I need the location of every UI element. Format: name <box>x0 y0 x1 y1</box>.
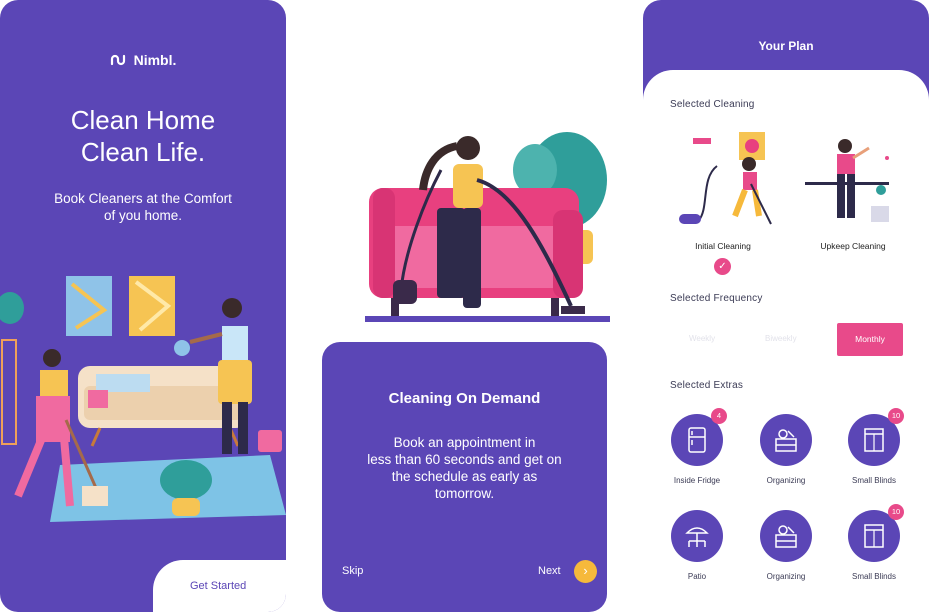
patio-icon <box>685 527 709 547</box>
selected-extras-label: Selected Extras <box>670 380 744 391</box>
extra-label: Organizing <box>766 572 806 581</box>
extra-label: Small Blinds <box>851 572 896 581</box>
next-arrow-button[interactable]: › <box>574 560 597 583</box>
extra-icon-circle: 4 <box>671 408 727 466</box>
brand-header: Nimbl. <box>0 52 286 69</box>
extra-inside-fridge[interactable]: 4 Inside Fridge <box>657 408 737 485</box>
hero-title-line-2: Clean Life. <box>80 137 206 167</box>
chevron-right-icon: › <box>583 563 588 578</box>
onboarding-screen-on-demand: Cleaning On Demand Book an appointment i… <box>322 342 607 612</box>
selected-cleaning-label: Selected Cleaning <box>670 99 755 110</box>
extra-organizing[interactable]: Organizing <box>746 414 826 485</box>
on-demand-title: Cleaning On Demand <box>388 390 541 407</box>
brand-name: Nimbl. <box>133 52 177 68</box>
hero-subtitle-line-2: of you home. <box>103 208 183 223</box>
cleaning-living-room-illustration <box>0 276 286 530</box>
extra-organizing[interactable]: Organizing <box>746 510 826 581</box>
hero-subtitle: Book Cleaners at the Comfort of you home… <box>30 190 256 224</box>
extra-small-blinds[interactable]: 10 Small Blinds <box>834 504 914 581</box>
skip-button[interactable]: Skip <box>342 565 363 577</box>
extra-label: Inside Fridge <box>673 476 721 485</box>
blinds-icon <box>864 524 884 548</box>
quantity-badge: 10 <box>888 408 904 424</box>
upkeep-cleaning-illustration <box>805 139 889 222</box>
onboarding-screen-welcome: Nimbl. Clean Home Clean Life. Book Clean… <box>0 0 286 612</box>
fridge-icon <box>688 427 706 453</box>
app-showcase: Nimbl. Clean Home Clean Life. Book Clean… <box>0 0 929 612</box>
extra-patio[interactable]: Patio <box>657 510 737 581</box>
description-line: tomorrow. <box>434 486 495 501</box>
on-demand-description: Book an appointment in less than 60 seco… <box>347 434 582 502</box>
get-started-label: Get Started <box>190 580 247 592</box>
quantity-badge: 10 <box>888 504 904 520</box>
description-line: less than 60 seconds and get on <box>367 452 562 467</box>
description-line: the schedule as early as <box>391 469 538 484</box>
nimbl-logo-icon <box>110 53 128 69</box>
hero-subtitle-line-1: Book Cleaners at the Comfort <box>54 191 232 206</box>
frequency-weekly[interactable]: Weekly <box>689 334 715 343</box>
extra-icon-circle: 10 <box>848 408 904 466</box>
checkmark-icon: ✓ <box>714 258 731 275</box>
extra-icon-circle: 10 <box>848 504 904 562</box>
frequency-monthly[interactable]: Monthly <box>837 323 903 356</box>
your-plan-screen: Your Plan Selected Cleaning Initial Clea… <box>643 0 929 612</box>
selected-frequency-label: Selected Frequency <box>670 293 763 304</box>
upkeep-cleaning-option[interactable]: Upkeep Cleaning <box>798 241 908 251</box>
extra-label: Patio <box>687 572 707 581</box>
extra-label: Organizing <box>766 476 806 485</box>
frequency-biweekly[interactable]: Biweekly <box>765 334 797 343</box>
next-label[interactable]: Next <box>538 565 561 577</box>
organizing-icon <box>775 429 797 452</box>
quantity-badge: 4 <box>711 408 727 424</box>
extra-icon-circle <box>760 414 812 466</box>
page-title: Your Plan <box>758 39 814 53</box>
vacuum-cleaning-illustration <box>365 132 610 322</box>
description-line: Book an appointment in <box>393 435 536 450</box>
extra-label: Small Blinds <box>851 476 896 485</box>
get-started-button[interactable]: Get Started <box>153 560 286 612</box>
organizing-icon <box>775 525 797 548</box>
initial-cleaning-option[interactable]: Initial Cleaning <box>668 241 778 251</box>
initial-cleaning-illustration <box>679 132 772 225</box>
hero-title-line-1: Clean Home <box>70 105 216 135</box>
extra-icon-circle <box>760 510 812 562</box>
extra-small-blinds[interactable]: 10 Small Blinds <box>834 408 914 485</box>
blinds-icon <box>864 428 884 452</box>
hero-title: Clean Home Clean Life. <box>0 104 286 168</box>
extra-icon-circle <box>671 510 723 562</box>
